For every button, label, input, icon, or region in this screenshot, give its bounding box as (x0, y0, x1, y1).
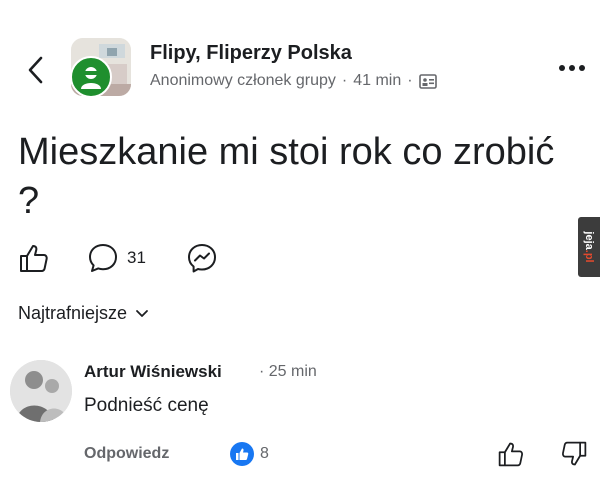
group-name[interactable]: Flipy, Fliperzy Polska (150, 42, 352, 65)
watermark-domain: .pl (583, 249, 595, 263)
thumbs-up-icon (498, 442, 523, 467)
comment-text: Podnieść cenę (84, 395, 209, 416)
comment-downvote-button[interactable] (560, 440, 588, 468)
commenter-avatar[interactable] (10, 360, 72, 422)
watermark-text: jeja (583, 231, 595, 250)
sort-label: Najtrafniejsze (18, 303, 128, 323)
comment-reactions[interactable]: 8 (230, 442, 269, 466)
more-options-button[interactable] (555, 58, 589, 78)
post-time[interactable]: 41 min (353, 72, 401, 90)
like-reaction-icon (230, 442, 254, 466)
back-button[interactable] (22, 52, 52, 88)
jeja-watermark: jeja.pl (578, 217, 600, 277)
comment-author[interactable]: Artur Wiśniewski (84, 362, 222, 382)
post-author: Anonimowy członek grupy (150, 72, 336, 89)
commenter-photo (10, 360, 72, 422)
comment-time-value: 25 min (268, 363, 317, 380)
anonymous-member-icon (70, 56, 112, 98)
thumbs-up-icon (20, 245, 48, 272)
comment-upvote-button[interactable] (497, 440, 525, 468)
meta-separator-2: · (407, 72, 413, 89)
comment-time: · 25 min (259, 363, 317, 381)
group-audience-icon (418, 74, 437, 89)
comment-button[interactable]: 31 (87, 241, 146, 275)
reply-button[interactable]: Odpowiedz (84, 445, 169, 463)
chevron-down-icon (136, 309, 148, 317)
comment-icon (89, 244, 117, 272)
post-meta: Anonimowy członek grupy · 41 min · (150, 72, 437, 90)
send-messenger-button[interactable] (186, 241, 218, 275)
comment-sort-dropdown[interactable]: Najtrafniejsze (18, 303, 149, 324)
like-button[interactable] (18, 241, 50, 275)
meta-separator: · (341, 72, 348, 89)
chevron-left-icon (28, 56, 43, 84)
post-text: Mieszkanie mi stoi rok co zrobić ? (18, 131, 555, 222)
thumbs-down-icon (562, 441, 587, 466)
comment-like-count: 8 (260, 445, 269, 462)
comment-count: 31 (127, 248, 146, 267)
more-horizontal-icon (559, 65, 585, 71)
messenger-icon (188, 244, 216, 273)
comment-meta-separator: · (259, 363, 265, 380)
